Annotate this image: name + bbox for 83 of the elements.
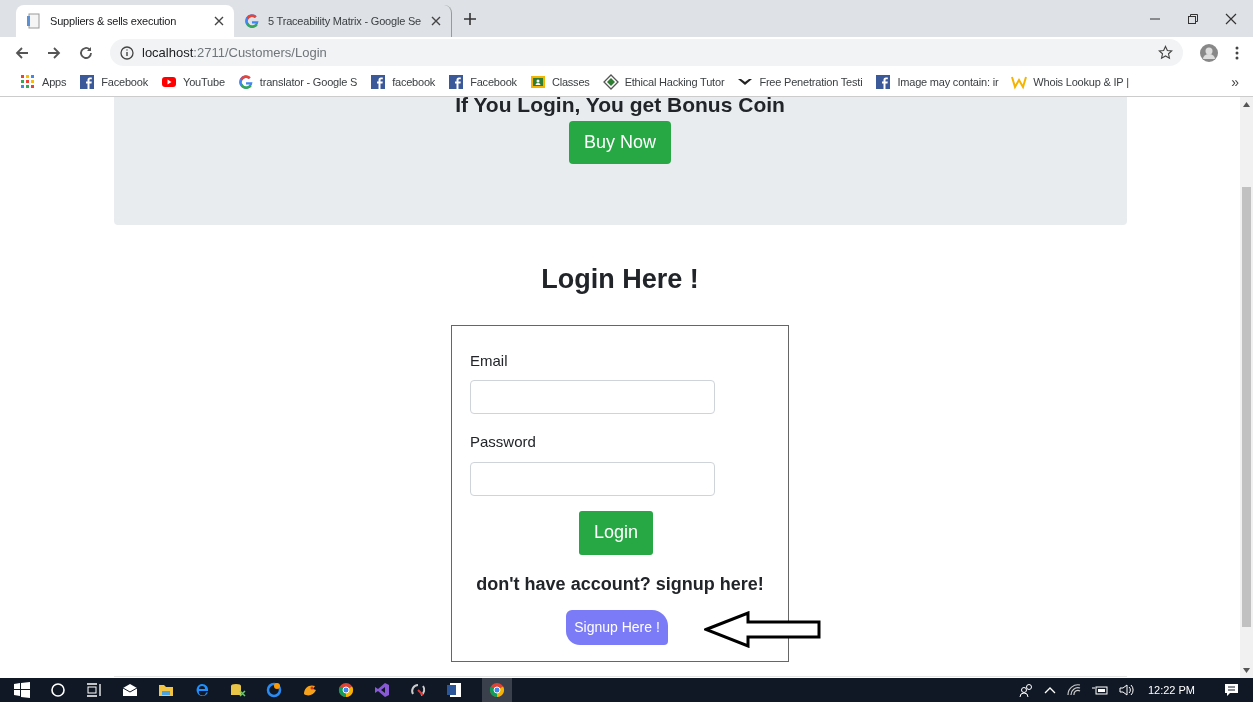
info-icon xyxy=(120,45,134,60)
forward-icon[interactable] xyxy=(46,44,62,61)
scroll-up-icon[interactable] xyxy=(1243,102,1250,107)
bookmark-label: Whois Lookup & IP | xyxy=(1033,74,1129,90)
diamond-icon xyxy=(602,74,619,90)
bookmark[interactable]: Facebook xyxy=(79,73,148,91)
bookmark-label: translator - Google S xyxy=(259,74,358,90)
banner-heading: If You Login, You get Bonus Coin xyxy=(455,95,785,115)
password-label: Password xyxy=(470,432,537,452)
tab-title: 5 Traceability Matrix - Google Se xyxy=(268,13,422,29)
facebook-icon xyxy=(370,74,387,90)
back-icon[interactable] xyxy=(14,44,30,61)
bookmark-label: Ethical Hacking Tutor xyxy=(624,74,725,90)
address-bar[interactable]: localhost:2711/Customers/Login xyxy=(110,39,1183,66)
tab-title: Suppliers & sells execution xyxy=(50,13,178,29)
windows-start-icon[interactable] xyxy=(14,682,30,698)
bookmark[interactable]: Classes xyxy=(529,73,590,91)
search-icon[interactable] xyxy=(50,682,66,698)
bookmark-label: Classes xyxy=(551,74,590,90)
browser-tab[interactable]: Suppliers & sells execution xyxy=(16,5,234,37)
youtube-icon xyxy=(161,74,177,90)
edge-icon[interactable] xyxy=(194,682,210,698)
battery-icon[interactable] xyxy=(1091,685,1108,695)
w-logo-icon xyxy=(1011,74,1028,90)
facebook-icon xyxy=(79,74,96,90)
speaker-icon[interactable] xyxy=(1118,684,1135,696)
bookmark[interactable]: Ethical Hacking Tutor xyxy=(602,73,725,91)
bookmark[interactable]: facebook xyxy=(370,73,436,91)
close-icon[interactable] xyxy=(1225,12,1237,25)
login-title: Login Here ! xyxy=(541,263,699,296)
more-bookmarks-button[interactable]: » xyxy=(1231,71,1239,93)
bookmark[interactable]: Image may contain: ir xyxy=(875,73,999,91)
visual-studio-icon[interactable] xyxy=(374,682,390,698)
bookmark[interactable]: Whois Lookup & IP | xyxy=(1011,73,1129,91)
google-icon xyxy=(244,13,260,29)
bookmark-label: facebook xyxy=(392,74,436,90)
restore-icon[interactable] xyxy=(1187,12,1199,25)
email-label: Email xyxy=(470,350,509,371)
word-icon[interactable] xyxy=(446,682,462,698)
database-tool-icon[interactable] xyxy=(230,682,246,698)
classroom-icon xyxy=(529,74,546,90)
wifi-icon[interactable] xyxy=(1066,684,1081,696)
url-text: localhost:2711/Customers/Login xyxy=(142,43,327,62)
bird-app-icon[interactable] xyxy=(302,682,318,698)
bookmark-label: Image may contain: ir xyxy=(897,74,999,90)
bookmark-label: Apps xyxy=(42,74,67,90)
facebook-icon xyxy=(875,74,892,90)
bookmark-label: Free Penetration Testi xyxy=(759,74,863,90)
avatar-icon[interactable] xyxy=(1199,42,1219,63)
bookmark-label: Facebook xyxy=(470,74,517,90)
bookmark-label: Facebook xyxy=(101,74,148,90)
chrome-icon[interactable] xyxy=(338,682,354,698)
clock-time[interactable]: 12:22 PM xyxy=(1147,681,1195,699)
bookmark[interactable]: Apps xyxy=(20,73,67,91)
scroll-down-icon[interactable] xyxy=(1243,668,1250,673)
bookmark-label: YouTube xyxy=(183,74,225,90)
close-icon[interactable] xyxy=(214,16,224,26)
task-view-icon[interactable] xyxy=(86,682,102,698)
bookmark[interactable]: translator - Google S xyxy=(237,73,358,91)
menu-icon[interactable] xyxy=(1235,45,1239,60)
chrome-icon xyxy=(489,682,505,698)
bookmark[interactable]: Free Penetration Testi xyxy=(737,73,863,91)
people-icon[interactable] xyxy=(1018,683,1033,697)
scrollbar[interactable] xyxy=(1240,97,1253,678)
page-icon xyxy=(26,13,42,29)
close-icon[interactable] xyxy=(431,16,441,26)
chevron-up-icon[interactable] xyxy=(1043,686,1056,694)
ring-app-icon[interactable] xyxy=(266,682,282,698)
notification-icon[interactable] xyxy=(1224,683,1239,697)
plus-icon xyxy=(463,12,477,26)
google-icon xyxy=(237,74,254,90)
mail-icon[interactable] xyxy=(122,682,138,698)
password-field[interactable] xyxy=(470,461,715,496)
apps-grid-icon xyxy=(20,74,36,90)
bookmark[interactable]: YouTube xyxy=(161,73,225,91)
bookmark[interactable]: Facebook xyxy=(448,73,517,91)
signup-prompt: don't have account? signup here! xyxy=(476,572,764,596)
reload-icon[interactable] xyxy=(78,44,94,61)
facebook-icon xyxy=(448,74,465,90)
folder-icon[interactable] xyxy=(158,682,174,698)
star-icon[interactable] xyxy=(1158,45,1173,60)
active-chrome-taskbar-item[interactable] xyxy=(482,678,512,702)
email-field[interactable] xyxy=(470,380,715,414)
